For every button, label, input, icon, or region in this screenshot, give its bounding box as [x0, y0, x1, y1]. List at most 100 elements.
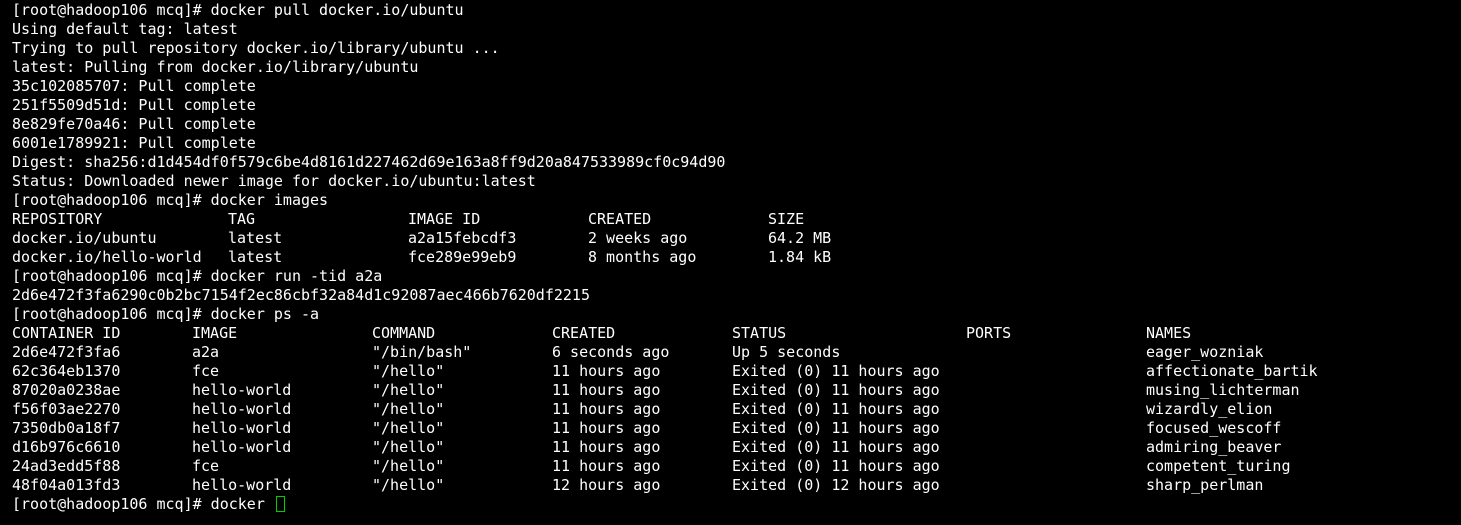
table-cell: 11 hours ago	[552, 457, 661, 475]
column-header: COMMAND	[372, 324, 436, 342]
table-cell: Exited (0) 11 hours ago	[732, 362, 940, 380]
pull-output-line: Using default tag: latest	[12, 20, 238, 38]
block-cursor-icon	[275, 496, 285, 512]
table-cell: musing_lichterman	[1146, 381, 1300, 399]
table-cell: sharp_perlman	[1146, 476, 1264, 494]
pull-output-line: Digest: sha256:d1d454df0f579c6be4d8161d2…	[12, 153, 726, 171]
container-row: 87020a0238ae hello-world "/hello" 11 hours …	[12, 381, 1452, 400]
image-row: docker.io/ubuntu latest a2a15febcdf3 2 week…	[12, 229, 1452, 248]
table-cell: Exited (0) 11 hours ago	[732, 419, 940, 437]
command-prompt-line[interactable]: [root@hadoop106 mcq]# docker	[12, 495, 1452, 514]
table-cell: hello-world	[192, 400, 292, 418]
table-cell: 48f04a013fd3	[12, 476, 121, 494]
table-cell: a2a	[192, 343, 220, 361]
table-cell: fce289e99eb9	[408, 248, 517, 266]
table-cell: 8 months ago	[588, 248, 697, 266]
table-cell: Exited (0) 11 hours ago	[732, 438, 940, 456]
run-output-line: [root@hadoop106 mcq]# docker ps -a	[12, 305, 320, 323]
column-header: CONTAINER ID	[12, 324, 121, 342]
table-header-row: REPOSITORY TAG IMAGE ID CREATED SIZE	[12, 210, 1452, 229]
table-cell: 24ad3edd5f88	[12, 457, 121, 475]
table-cell: docker.io/hello-world	[12, 248, 202, 266]
table-cell: d16b976c6610	[12, 438, 121, 456]
column-header: CREATED	[552, 324, 616, 342]
table-cell: hello-world	[192, 381, 292, 399]
table-header-row: CONTAINER ID IMAGE COMMAND CREATED STATUS POR…	[12, 324, 1452, 343]
container-row: 48f04a013fd3 hello-world "/hello" 12 hours …	[12, 476, 1452, 495]
pull-output-block: [root@hadoop106 mcq]# docker pull docker…	[12, 1, 1452, 210]
run-output-line: 2d6e472f3fa6290c0b2bc7154f2ec86cbf32a84d…	[12, 286, 590, 304]
table-cell: 64.2 MB	[768, 229, 832, 247]
table-cell: 2d6e472f3fa6	[12, 343, 121, 361]
pull-output-line: 35c102085707: Pull complete	[12, 77, 256, 95]
pull-output-line: 6001e1789921: Pull complete	[12, 134, 256, 152]
pull-output-line: 8e829fe70a46: Pull complete	[12, 115, 256, 133]
column-header: IMAGE ID	[408, 210, 481, 228]
table-cell: Exited (0) 11 hours ago	[732, 400, 940, 418]
image-row: docker.io/hello-world latest fce289e99eb9 8…	[12, 248, 1452, 267]
table-cell: "/hello"	[372, 419, 445, 437]
column-header: CREATED	[588, 210, 652, 228]
table-cell: latest	[228, 229, 283, 247]
table-cell: 62c364eb1370	[12, 362, 121, 380]
table-cell: 11 hours ago	[552, 362, 661, 380]
table-cell: affectionate_bartik	[1146, 362, 1318, 380]
table-cell: "/hello"	[372, 438, 445, 456]
table-cell: fce	[192, 457, 220, 475]
prompt-text: [root@hadoop106 mcq]# docker	[12, 495, 274, 513]
column-header: PORTS	[966, 324, 1012, 342]
table-cell: 2 weeks ago	[588, 229, 688, 247]
table-cell: wizardly_elion	[1146, 400, 1273, 418]
table-cell: a2a15febcdf3	[408, 229, 517, 247]
pull-output-line: [root@hadoop106 mcq]# docker pull docker…	[12, 1, 464, 19]
table-cell: "/hello"	[372, 362, 445, 380]
table-cell: 1.84 kB	[768, 248, 832, 266]
container-row: d16b976c6610 hello-world "/hello" 11 hours …	[12, 438, 1452, 457]
pull-output-line: latest: Pulling from docker.io/library/u…	[12, 58, 419, 76]
column-header: TAG	[228, 210, 256, 228]
table-cell: 11 hours ago	[552, 438, 661, 456]
table-cell: competent_turing	[1146, 457, 1291, 475]
container-row: f56f03ae2270 hello-world "/hello" 11 hours …	[12, 400, 1452, 419]
terminal-output[interactable]: [root@hadoop106 mcq]# docker pull docker…	[12, 1, 1452, 514]
container-row: 7350db0a18f7 hello-world "/hello" 11 hours …	[12, 419, 1452, 438]
column-header: SIZE	[768, 210, 805, 228]
table-cell: admiring_beaver	[1146, 438, 1282, 456]
table-cell: 87020a0238ae	[12, 381, 121, 399]
pull-output-line: [root@hadoop106 mcq]# docker images	[12, 191, 329, 209]
table-cell: hello-world	[192, 438, 292, 456]
table-cell: 11 hours ago	[552, 381, 661, 399]
table-cell: Exited (0) 12 hours ago	[732, 476, 940, 494]
table-cell: 7350db0a18f7	[12, 419, 121, 437]
table-cell: 11 hours ago	[552, 400, 661, 418]
table-cell: 12 hours ago	[552, 476, 661, 494]
container-row: 62c364eb1370 fce "/hello" 11 hours ago Exite…	[12, 362, 1452, 381]
pull-output-line: Status: Downloaded newer image for docke…	[12, 172, 536, 190]
table-cell: hello-world	[192, 419, 292, 437]
table-cell: eager_wozniak	[1146, 343, 1264, 361]
table-cell: "/hello"	[372, 457, 445, 475]
table-cell: "/hello"	[372, 476, 445, 494]
run-output-block: [root@hadoop106 mcq]# docker run -tid a2…	[12, 267, 1452, 324]
column-header: NAMES	[1146, 324, 1192, 342]
container-row: 24ad3edd5f88 fce "/hello" 11 hours ago Exite…	[12, 457, 1452, 476]
table-cell: Exited (0) 11 hours ago	[732, 457, 940, 475]
table-cell: fce	[192, 362, 220, 380]
container-row: 2d6e472f3fa6 a2a "/bin/bash" 6 seconds ago U…	[12, 343, 1452, 362]
table-cell: 11 hours ago	[552, 419, 661, 437]
table-cell: Up 5 seconds	[732, 343, 841, 361]
table-cell: hello-world	[192, 476, 292, 494]
table-cell: docker.io/ubuntu	[12, 229, 157, 247]
pull-output-line: 251f5509d51d: Pull complete	[12, 96, 256, 114]
table-cell: f56f03ae2270	[12, 400, 121, 418]
column-header: REPOSITORY	[12, 210, 103, 228]
table-cell: Exited (0) 11 hours ago	[732, 381, 940, 399]
pull-output-line: Trying to pull repository docker.io/libr…	[12, 39, 500, 57]
column-header: IMAGE	[192, 324, 238, 342]
table-cell: focused_wescoff	[1146, 419, 1282, 437]
containers-table: CONTAINER ID IMAGE COMMAND CREATED STATUS POR…	[12, 324, 1452, 495]
images-table: REPOSITORY TAG IMAGE ID CREATED SIZE docker.i…	[12, 210, 1452, 267]
column-header: STATUS	[732, 324, 787, 342]
table-cell: "/bin/bash"	[372, 343, 472, 361]
table-cell: latest	[228, 248, 283, 266]
